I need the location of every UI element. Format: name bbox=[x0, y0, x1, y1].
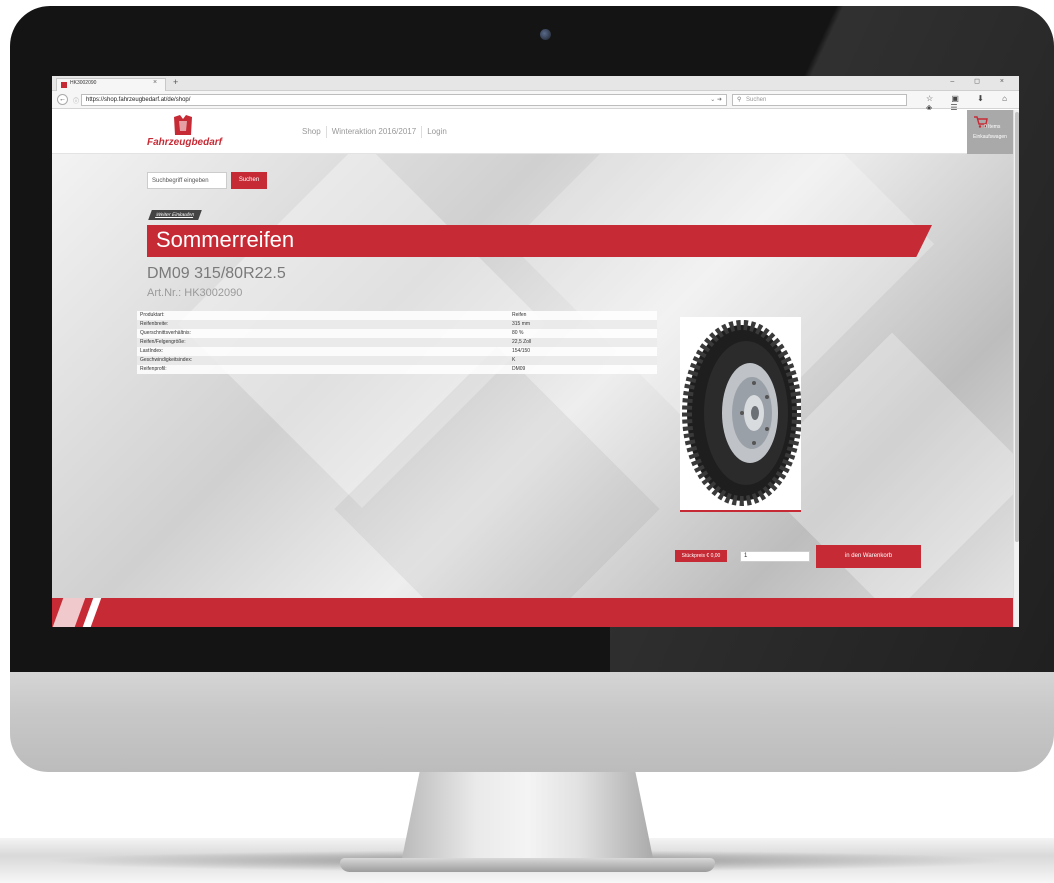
spec-row: Produktart: Reifen bbox=[137, 311, 657, 320]
back-arrow-icon[interactable]: ← bbox=[57, 94, 68, 105]
cart-item-count: 0 Items bbox=[984, 124, 1001, 130]
spec-row: Reifenbreite: 315 mm bbox=[137, 320, 657, 329]
tab-title: HK3002090 bbox=[70, 80, 97, 86]
article-number: Art.Nr.: HK3002090 bbox=[147, 287, 243, 299]
browser-tab[interactable]: HK3002090 × bbox=[56, 78, 166, 91]
screen: HK3002090 × + – ◻ × ← ⓘ https://shop.fah… bbox=[52, 76, 1019, 627]
category-banner: Sommerreifen bbox=[147, 225, 932, 257]
footer-stripe bbox=[52, 598, 86, 627]
tire-image bbox=[680, 317, 802, 510]
new-tab-button[interactable]: + bbox=[173, 77, 178, 88]
spec-value: DM09 bbox=[512, 366, 526, 372]
unit-price-badge: Stückpreis € 0,00 bbox=[675, 550, 727, 562]
spec-value: 154/150 bbox=[512, 348, 531, 354]
spec-label: Reifen/Felgengröße: bbox=[140, 339, 186, 345]
shopping-cart-button[interactable]: 0 Items Einkaufswagen bbox=[967, 110, 1019, 154]
monitor-chin bbox=[10, 670, 1054, 772]
tab-close-icon[interactable]: × bbox=[153, 79, 157, 86]
site-footer bbox=[52, 598, 1019, 627]
spec-label: Querschnittsverhältnis: bbox=[140, 330, 191, 336]
address-bar[interactable]: https://shop.fahrzeugbedarf.at/de/shop/ … bbox=[81, 94, 727, 106]
scrollbar-thumb[interactable] bbox=[1015, 112, 1019, 542]
browser-tab-bar: HK3002090 × + – ◻ × bbox=[52, 76, 1019, 91]
browser-navigation-bar: ← ⓘ https://shop.fahrzeugbedarf.at/de/sh… bbox=[52, 91, 1019, 112]
spec-row: Reifenprofil: DM09 bbox=[137, 365, 657, 374]
spec-row: Geschwindigkeitsindex: K bbox=[137, 356, 657, 365]
quantity-input[interactable]: 1 bbox=[740, 551, 810, 562]
site-header: Fahrzeugbedarf Shop Winteraktion 2016/20… bbox=[52, 110, 1019, 154]
browser-search-field[interactable]: ⚲ Suchen bbox=[732, 94, 907, 106]
nav-link-winteraktion[interactable]: Winteraktion 2016/2017 bbox=[327, 126, 423, 138]
url-go-icon[interactable]: ⌄ ➜ bbox=[710, 96, 722, 103]
product-title: DM09 315/80R22.5 bbox=[147, 265, 286, 282]
spec-value: Reifen bbox=[512, 312, 527, 318]
nav-link-shop[interactable]: Shop bbox=[297, 126, 327, 138]
spec-row: Querschnittsverhältnis: 80 % bbox=[137, 329, 657, 338]
category-title: Sommerreifen bbox=[156, 227, 295, 252]
cart-label: Einkaufswagen bbox=[973, 134, 1007, 140]
site-info-icon[interactable]: ⓘ bbox=[73, 96, 79, 105]
main-navigation: Shop Winteraktion 2016/2017 Login bbox=[297, 126, 452, 138]
add-to-cart-button[interactable]: in den Warenkorb bbox=[816, 545, 921, 568]
product-image[interactable] bbox=[680, 317, 802, 512]
product-search-button[interactable]: Suchen bbox=[231, 172, 267, 189]
spec-table: Produktart: Reifen Reifenbreite: 315 mm … bbox=[137, 311, 657, 374]
spec-label: Geschwindigkeitsindex: bbox=[140, 357, 193, 363]
window-controls[interactable]: – ◻ × bbox=[950, 77, 1013, 85]
spec-label: Reifenbreite: bbox=[140, 321, 169, 327]
monitor-stand-foot bbox=[340, 858, 715, 872]
url-text: https://shop.fahrzeugbedarf.at/de/shop/ bbox=[86, 97, 191, 103]
favicon-icon bbox=[61, 82, 67, 88]
spec-value: 22,5 Zoll bbox=[512, 339, 532, 345]
search-placeholder: Suchen bbox=[746, 97, 767, 103]
logo-icon bbox=[174, 115, 192, 135]
continue-shopping-link[interactable]: Weiter Einkaufen bbox=[148, 210, 202, 220]
spec-value: 315 mm bbox=[512, 321, 531, 327]
page-scrollbar[interactable] bbox=[1013, 110, 1019, 627]
nav-link-login[interactable]: Login bbox=[422, 126, 452, 138]
footer-stripe bbox=[82, 598, 102, 627]
webcam-icon bbox=[540, 29, 551, 40]
spec-row: LastIndex: 154/150 bbox=[137, 347, 657, 356]
spec-label: Produktart: bbox=[140, 312, 165, 318]
spec-label: Reifenprofil: bbox=[140, 366, 167, 372]
spec-label: LastIndex: bbox=[140, 348, 164, 354]
product-content: Suchbegriff eingeben Suchen Weiter Einka… bbox=[52, 154, 1019, 598]
product-search-input[interactable]: Suchbegriff eingeben bbox=[147, 172, 227, 189]
spec-row: Reifen/Felgengröße: 22,5 Zoll bbox=[137, 338, 657, 347]
search-icon: ⚲ bbox=[737, 97, 742, 103]
spec-value: 80 % bbox=[512, 330, 524, 336]
monitor-stand bbox=[400, 768, 655, 868]
site-logo-text[interactable]: Fahrzeugbedarf bbox=[147, 137, 222, 148]
spec-value: K bbox=[512, 357, 516, 363]
